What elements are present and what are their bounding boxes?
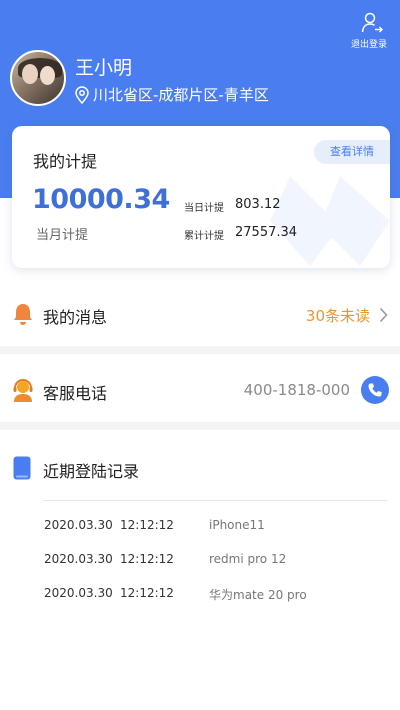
log-device: iPhone11 <box>209 518 265 532</box>
chevron-right-icon <box>379 307 388 323</box>
log-time: 12:12:12 <box>120 518 174 532</box>
logout-icon <box>361 12 383 33</box>
login-log-header: 近期登陆记录 <box>0 442 400 492</box>
total-label: 累计计提 <box>184 231 224 242</box>
log-device: 华为mate 20 pro <box>209 588 307 602</box>
log-date: 2020.03.30 <box>44 552 113 566</box>
today-value: 803.12 <box>235 197 281 212</box>
log-date: 2020.03.30 <box>44 518 113 532</box>
service-row: 客服电话 400-1818-000 <box>0 362 400 418</box>
total-value: 27557.34 <box>235 225 298 240</box>
watermark-graphic <box>270 176 390 266</box>
card-title: 我的计提 <box>33 152 98 171</box>
call-button[interactable] <box>361 376 389 404</box>
log-device: redmi pro 12 <box>209 552 287 566</box>
unread-count: 30条未读 <box>305 307 370 325</box>
user-name: 王小明 <box>75 57 133 79</box>
month-label: 当月计提 <box>36 228 89 243</box>
device-icon <box>13 456 31 480</box>
phone-icon <box>368 383 382 397</box>
login-log-label: 近期登陆记录 <box>43 462 140 481</box>
messages-label: 我的消息 <box>43 308 108 327</box>
service-phone-number[interactable]: 400-1818-000 <box>244 381 350 399</box>
section-divider <box>0 422 400 430</box>
log-date: 2020.03.30 <box>44 586 113 600</box>
view-details-button[interactable]: 查看详情 <box>314 140 390 164</box>
customer-service-icon <box>13 379 33 402</box>
location-pin-icon <box>75 85 89 104</box>
section-divider <box>0 346 400 354</box>
log-divider <box>43 500 388 501</box>
log-time: 12:12:12 <box>120 586 174 600</box>
region-text: 川北省区-成都片区-青羊区 <box>93 86 269 104</box>
region-info: 川北省区-成都片区-青羊区 <box>74 84 269 105</box>
commission-card: 我的计提 查看详情 10000.34 当月计提 当日计提 803.12 累计计提… <box>12 126 390 268</box>
log-time: 12:12:12 <box>120 552 174 566</box>
month-amount: 10000.34 <box>32 184 170 215</box>
bell-icon <box>14 304 32 325</box>
logout-label: 退出登录 <box>350 40 387 50</box>
logout-button[interactable]: 退出登录 <box>351 12 390 50</box>
messages-row[interactable]: 我的消息 30条未读 <box>0 288 400 342</box>
avatar[interactable] <box>10 50 66 106</box>
service-label: 客服电话 <box>43 384 108 403</box>
today-label: 当日计提 <box>184 203 224 214</box>
